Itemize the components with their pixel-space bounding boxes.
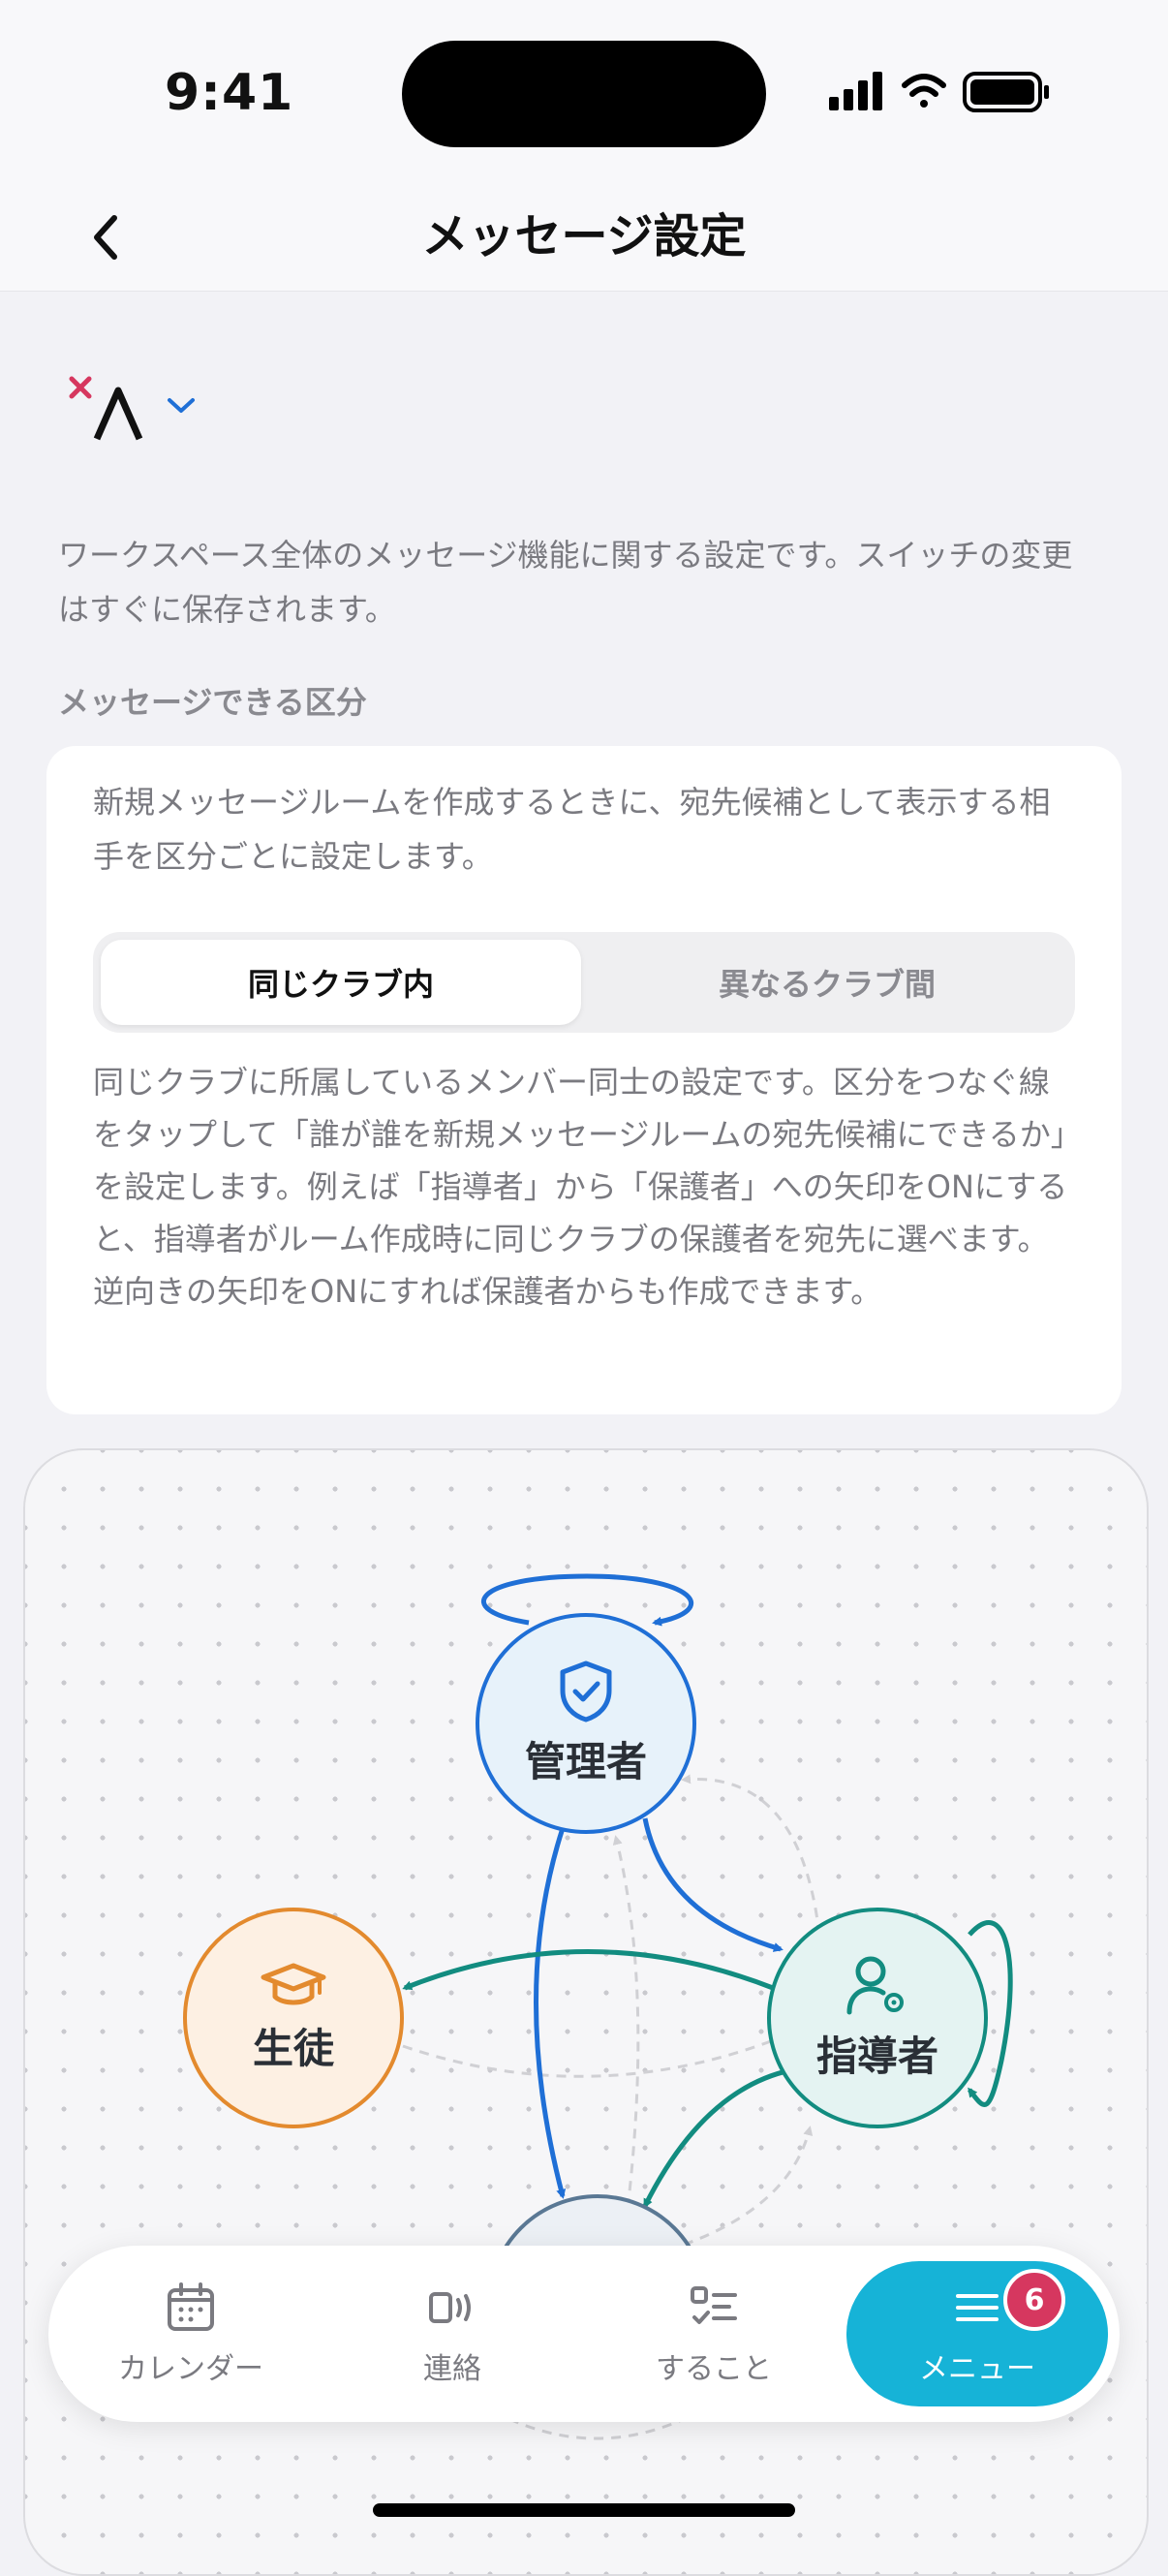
node-admin[interactable]: 管理者 xyxy=(476,1613,696,1834)
calendar-icon xyxy=(168,2282,214,2331)
workspace-logo-icon xyxy=(69,376,143,441)
person-gear-icon xyxy=(846,1956,904,2014)
shield-check-icon xyxy=(560,1660,612,1722)
workspace-logo[interactable] xyxy=(68,373,155,446)
wifi-icon xyxy=(902,74,946,108)
tab-calendar[interactable]: カレンダー xyxy=(60,2246,322,2422)
checklist-icon xyxy=(691,2286,737,2324)
edge-student-teacher xyxy=(402,2039,772,2078)
menu-icon xyxy=(956,2294,999,2321)
edge-parent-student-lower xyxy=(508,2417,685,2440)
dynamic-island xyxy=(402,41,766,147)
edge-parent-teacher xyxy=(683,2126,814,2247)
status-icons xyxy=(829,68,1061,120)
page-title: メッセージ設定 xyxy=(421,209,747,264)
card-explanation: 同じクラブに所属しているメンバー同士の設定です。区分をつなぐ線をタップして「誰が… xyxy=(93,1064,1068,1310)
workspace-dropdown-icon[interactable] xyxy=(165,392,198,418)
navigation-bar: メッセージ設定 xyxy=(0,184,1168,292)
tab-contact[interactable]: 連絡 xyxy=(322,2246,583,2422)
notification-badge: 6 xyxy=(1003,2269,1065,2331)
status-bar: 9:41 xyxy=(0,0,1168,184)
tab-menu-label: メニュー xyxy=(919,2352,1035,2386)
edge-admin-teacher xyxy=(642,1817,784,1952)
segment-same-club[interactable]: 同じクラブ内 xyxy=(101,940,581,1025)
broadcast-icon xyxy=(429,2292,471,2323)
section-header: メッセージできる区分 xyxy=(58,684,367,721)
tab-todo-label: すること xyxy=(656,2352,772,2386)
segmented-control: 同じクラブ内 異なるクラブ間 xyxy=(93,932,1075,1033)
node-teacher[interactable]: 指導者 xyxy=(767,1908,988,2128)
node-student-label: 生徒 xyxy=(252,2024,334,2072)
node-teacher-label: 指導者 xyxy=(815,2032,938,2080)
edge-teacher-student xyxy=(402,1949,774,1991)
signal-icon xyxy=(829,72,882,110)
edge-admin-parent xyxy=(534,1827,567,2199)
edge-parent-admin xyxy=(612,1835,640,2226)
edge-teacher-parent xyxy=(642,2067,791,2209)
home-indicator xyxy=(373,2503,795,2517)
segment-different-club[interactable]: 異なるクラブ間 xyxy=(587,940,1067,1025)
tab-todo[interactable]: すること xyxy=(583,2246,845,2422)
tab-menu[interactable]: メニュー 6 xyxy=(846,2261,1108,2406)
status-time: 9:41 xyxy=(165,64,294,122)
intro-text: ワークスペース全体のメッセージ機能に関する設定です。スイッチの変更はすぐに保存さ… xyxy=(58,537,1073,628)
graduation-cap-icon xyxy=(261,1963,326,2004)
tab-contact-label: 連絡 xyxy=(423,2352,481,2386)
battery-icon xyxy=(963,72,1049,112)
tab-calendar-label: カレンダー xyxy=(118,2352,263,2386)
tab-bar: カレンダー 連絡 すること メニュー 6 xyxy=(48,2246,1120,2422)
node-admin-label: 管理者 xyxy=(524,1737,647,1785)
card-description: 新規メッセージルームを作成するときに、宛先候補として表示する相手を区分ごとに設定… xyxy=(93,784,1051,875)
node-student[interactable]: 生徒 xyxy=(183,1908,404,2128)
settings-card: 新規メッセージルームを作成するときに、宛先候補として表示する相手を区分ごとに設定… xyxy=(46,746,1122,1414)
